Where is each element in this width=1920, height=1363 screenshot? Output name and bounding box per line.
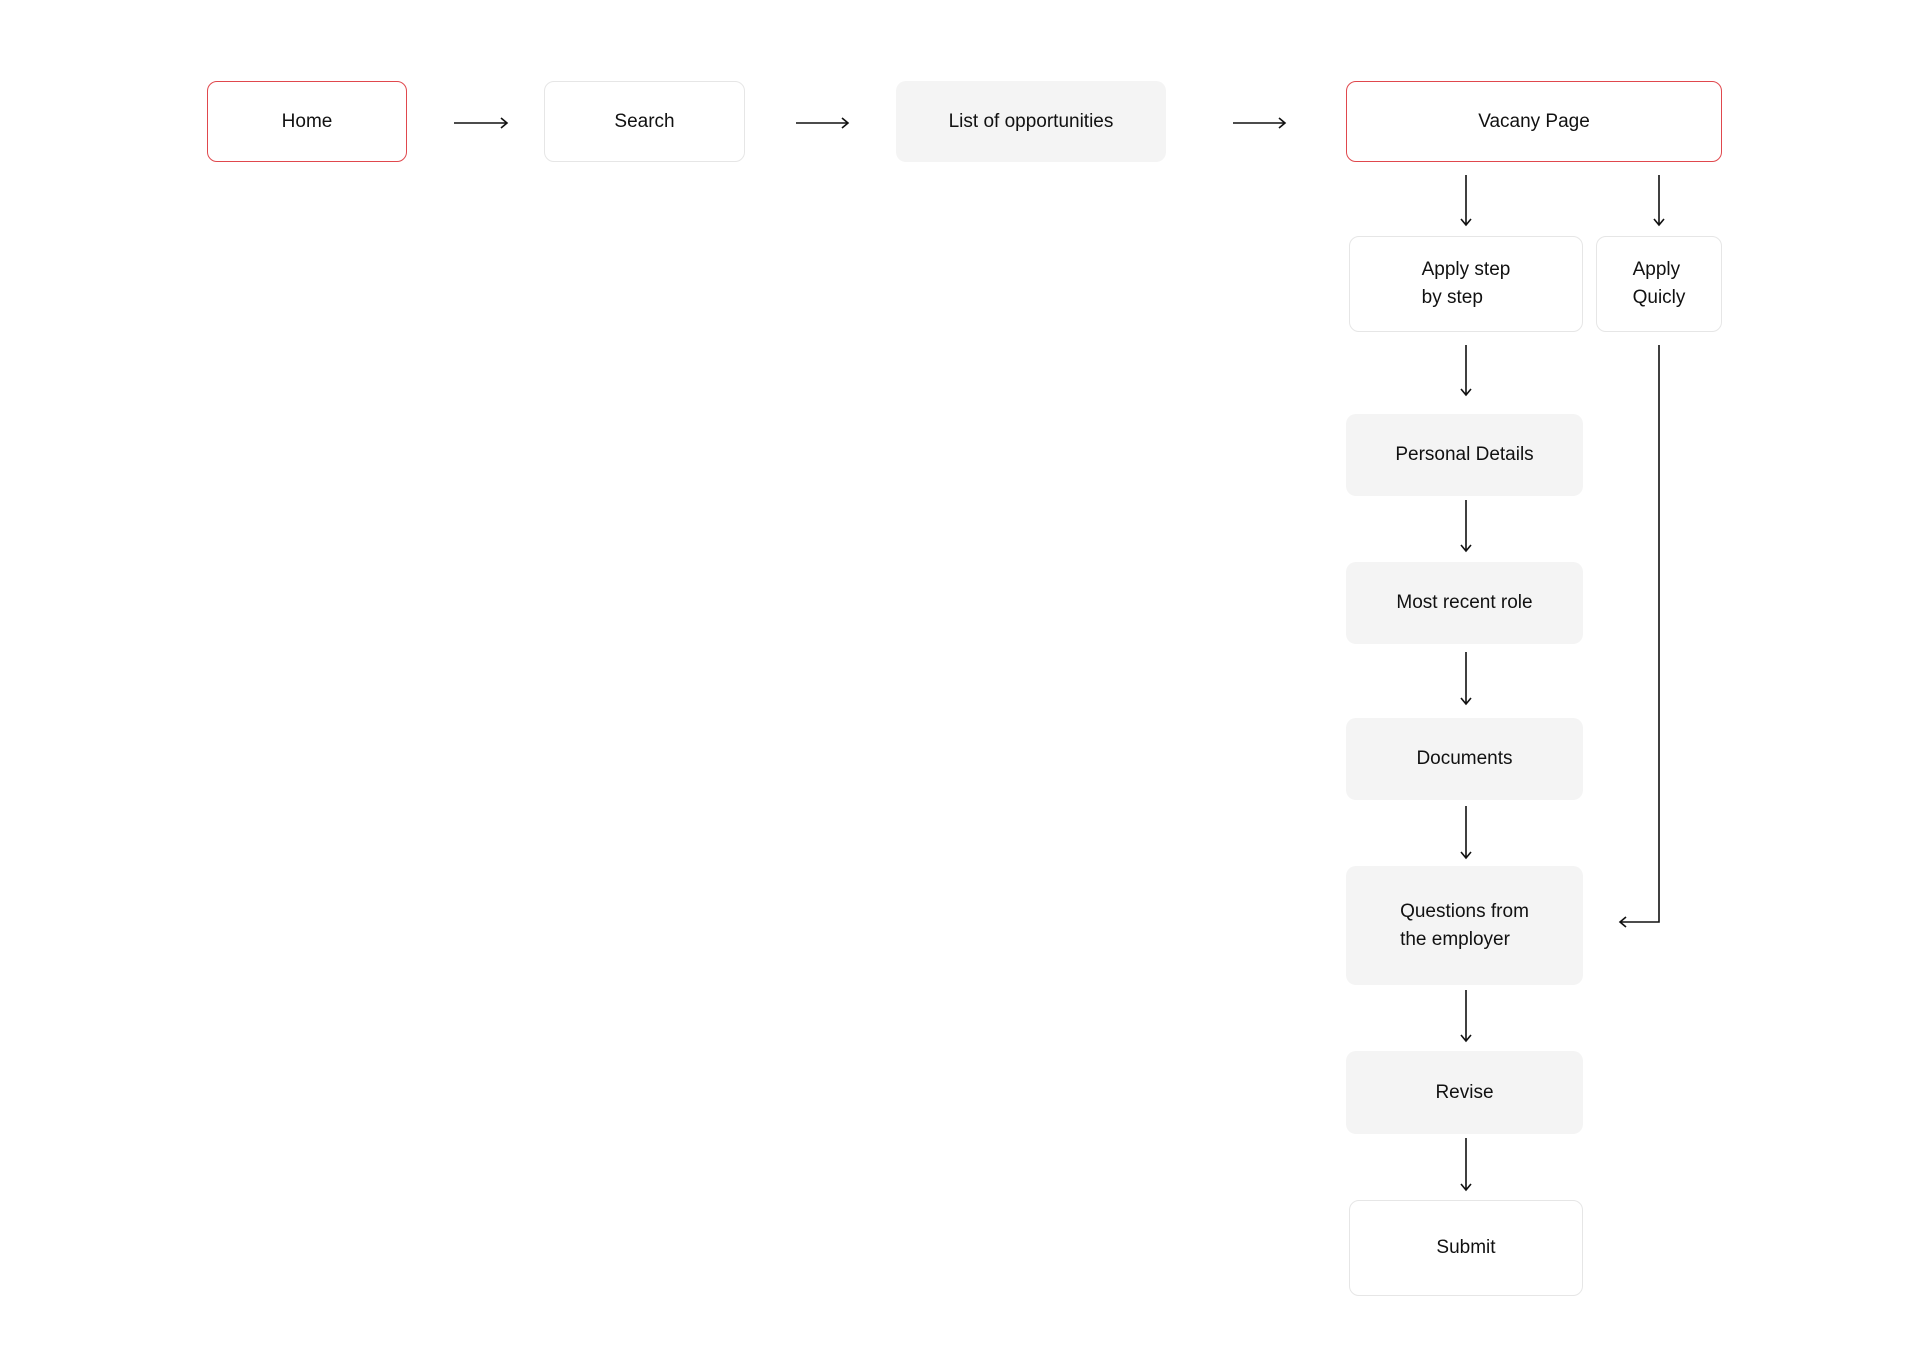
arrow-down-icon — [1460, 652, 1472, 706]
arrow-down-icon — [1460, 175, 1472, 227]
arrow-down-icon — [1653, 175, 1665, 227]
arrow-down-icon — [1460, 345, 1472, 397]
arrow-down-icon — [1460, 500, 1472, 553]
arrow-down-icon — [1460, 806, 1472, 860]
connectors — [454, 117, 1665, 1192]
arrow-down-icon — [1460, 1138, 1472, 1192]
arrow-right-icon — [454, 117, 509, 129]
arrow-right-icon — [796, 117, 850, 129]
arrow-down-icon — [1460, 990, 1472, 1043]
arrow-right-icon — [1233, 117, 1287, 129]
arrow-elbow-left-icon — [1618, 345, 1660, 928]
